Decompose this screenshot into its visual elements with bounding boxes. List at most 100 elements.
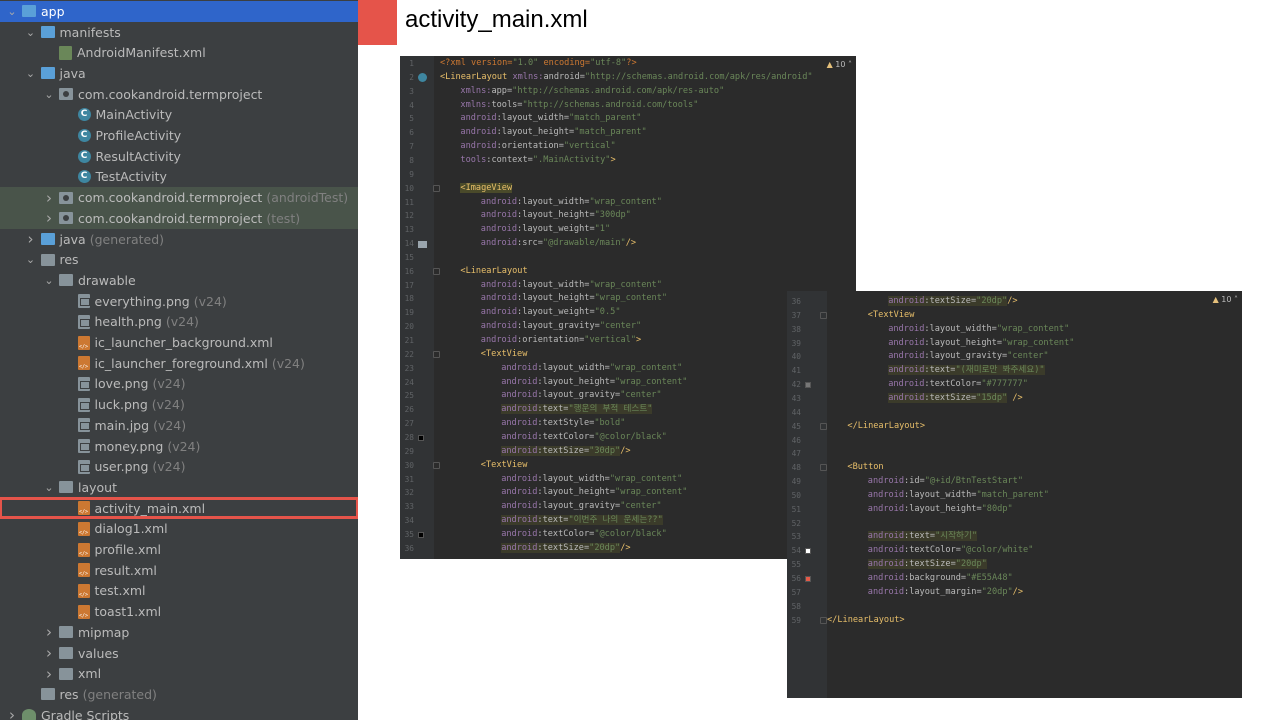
tree-item[interactable]: › Gradle Scripts xyxy=(0,705,358,720)
code-line[interactable]: 45 </LinearLayout> xyxy=(787,420,1242,434)
tree-item[interactable]: user.png (v24) xyxy=(0,456,358,477)
tree-item[interactable]: ic_launcher_background.xml xyxy=(0,332,358,353)
chevron-right-icon[interactable]: › xyxy=(41,665,57,683)
code-line[interactable]: 42 android:textColor="#777777" xyxy=(787,378,1242,392)
code-line[interactable]: 6 android:layout_height="match_parent" xyxy=(400,126,856,140)
code-line[interactable]: 14 android:src="@drawable/main"/> xyxy=(400,237,856,251)
chevron-down-icon[interactable]: ⌄ xyxy=(23,253,39,266)
code-line[interactable]: 3 xmlns:app="http://schemas.android.com/a… xyxy=(400,85,856,99)
fold-icon[interactable] xyxy=(820,311,827,319)
tree-item[interactable]: main.jpg (v24) xyxy=(0,415,358,436)
chevron-down-icon[interactable]: ⌄ xyxy=(41,481,57,494)
code-line[interactable]: 49 android:id="@+id/BtnTestStart" xyxy=(787,475,1242,489)
tree-item[interactable]: dialog1.xml xyxy=(0,519,358,540)
fold-icon[interactable] xyxy=(433,350,440,358)
code-line[interactable]: 4 xmlns:tools="http://schemas.android.com… xyxy=(400,99,856,113)
code-line[interactable]: 58 xyxy=(787,600,1242,614)
chevron-right-icon[interactable]: › xyxy=(41,189,57,207)
code-line[interactable]: 5 android:layout_width="match_parent" xyxy=(400,112,856,126)
fold-icon[interactable] xyxy=(820,616,827,624)
code-line[interactable]: 38 android:layout_width="wrap_content" xyxy=(787,323,1242,337)
code-line[interactable]: 37 <TextView xyxy=(787,309,1242,323)
fold-icon[interactable] xyxy=(433,461,440,469)
code-line[interactable]: 40 android:layout_gravity="center" xyxy=(787,350,1242,364)
code-line[interactable]: 12 android:layout_height="300dp" xyxy=(400,209,856,223)
tree-item[interactable]: ⌄ java xyxy=(0,63,358,84)
tree-item[interactable]: health.png (v24) xyxy=(0,312,358,333)
code-line[interactable]: 52 xyxy=(787,517,1242,531)
tree-item[interactable]: result.xml xyxy=(0,560,358,581)
class-gutter-icon[interactable] xyxy=(418,72,427,82)
code-line[interactable]: 36 android:textSize="20dp"/> xyxy=(787,295,1242,309)
chevron-down-icon[interactable]: ⌄ xyxy=(4,5,20,18)
code-line[interactable]: 10 <ImageView xyxy=(400,182,856,196)
tree-item[interactable]: MainActivity xyxy=(0,105,358,126)
color-swatch-icon[interactable] xyxy=(805,382,811,389)
tree-item[interactable]: ⌄ manifests xyxy=(0,22,358,43)
tree-item[interactable]: › com.cookandroid.termproject (androidTest… xyxy=(0,187,358,208)
fold-icon[interactable] xyxy=(433,267,440,275)
fold-icon[interactable] xyxy=(820,464,827,472)
code-line[interactable]: 15 xyxy=(400,251,856,265)
code-line[interactable]: 8 tools:context=".MainActivity"> xyxy=(400,154,856,168)
tree-item[interactable]: ⌄ app xyxy=(0,1,358,22)
code-line[interactable]: 39 android:layout_height="wrap_content" xyxy=(787,337,1242,351)
code-line[interactable]: 51 android:layout_height="80dp" xyxy=(787,503,1242,517)
code-line[interactable]: 11 android:layout_width="wrap_content" xyxy=(400,196,856,210)
code-line[interactable]: 54 android:textColor="@color/white" xyxy=(787,544,1242,558)
color-swatch-icon[interactable] xyxy=(418,434,424,441)
code-line[interactable]: 1 <?xml version="1.0" encoding="utf-8"?> xyxy=(400,57,856,71)
code-line[interactable]: 41 android:text="(재미로만 봐주세요)" xyxy=(787,364,1242,378)
color-swatch-icon[interactable] xyxy=(805,576,811,582)
code-line[interactable]: 16 <LinearLayout xyxy=(400,265,856,279)
tree-item[interactable]: love.png (v24) xyxy=(0,374,358,395)
tree-item[interactable]: ic_launcher_foreground.xml(v24) xyxy=(0,353,358,374)
chevron-down-icon[interactable]: ⌄ xyxy=(23,26,39,39)
code-line[interactable]: 53 android:text="시작하기" xyxy=(787,530,1242,544)
code-line[interactable]: 48 <Button xyxy=(787,461,1242,475)
chevron-right-icon[interactable]: › xyxy=(41,209,57,227)
code-line[interactable]: 44 xyxy=(787,406,1242,420)
tree-item[interactable]: luck.png (v24) xyxy=(0,394,358,415)
tree-item[interactable]: › com.cookandroid.termproject (test) xyxy=(0,208,358,229)
tree-item[interactable]: › mipmap xyxy=(0,622,358,643)
chevron-down-icon[interactable]: ⌄ xyxy=(41,88,57,101)
code-line[interactable]: 50 android:layout_width="match_parent" xyxy=(787,489,1242,503)
tree-item[interactable]: toast1.xml xyxy=(0,601,358,622)
fold-icon[interactable] xyxy=(433,184,440,192)
tree-item[interactable]: money.png (v24) xyxy=(0,436,358,457)
code-line[interactable]: 57 android:layout_margin="20dp"/> xyxy=(787,586,1242,600)
tree-item[interactable]: everything.png (v24) xyxy=(0,291,358,312)
tree-item[interactable]: TestActivity xyxy=(0,167,358,188)
tree-item[interactable]: ⌄ res xyxy=(0,249,358,270)
code-line[interactable]: 46 xyxy=(787,434,1242,448)
code-line[interactable]: 2 <LinearLayout xmlns:android="http://sch… xyxy=(400,71,856,85)
tree-item[interactable]: activity_main.xml xyxy=(0,496,358,520)
tree-item[interactable]: › xml xyxy=(0,663,358,684)
chevron-right-icon[interactable]: › xyxy=(23,230,39,248)
code-line[interactable]: 56 android:background="#E55A48" xyxy=(787,572,1242,586)
color-swatch-icon[interactable] xyxy=(805,548,811,555)
color-swatch-icon[interactable] xyxy=(418,531,424,538)
tree-item[interactable]: AndroidManifest.xml xyxy=(0,42,358,63)
tree-item[interactable]: profile.xml xyxy=(0,539,358,560)
code-line[interactable]: 9 xyxy=(400,168,856,182)
image-preview-icon[interactable] xyxy=(418,241,427,249)
code-line[interactable]: 7 android:orientation="vertical" xyxy=(400,140,856,154)
chevron-right-icon[interactable]: › xyxy=(41,623,57,641)
tree-item[interactable]: ⌄ com.cookandroid.termproject xyxy=(0,84,358,105)
chevron-right-icon[interactable]: › xyxy=(4,706,20,720)
tree-item[interactable]: ⌄ layout xyxy=(0,477,358,498)
chevron-down-icon[interactable]: ⌄ xyxy=(41,274,57,287)
tree-item[interactable]: res (generated) xyxy=(0,684,358,705)
chevron-down-icon[interactable]: ⌄ xyxy=(23,67,39,80)
tree-item[interactable]: › values xyxy=(0,643,358,664)
tree-item[interactable]: ProfileActivity xyxy=(0,125,358,146)
tree-item[interactable]: › java (generated) xyxy=(0,229,358,250)
tree-item[interactable]: ⌄ drawable xyxy=(0,270,358,291)
chevron-right-icon[interactable]: › xyxy=(41,644,57,662)
code-line[interactable]: 47 xyxy=(787,447,1242,461)
code-panel-bottom[interactable]: ▲ 10 ˄ 36 android:textSize="20dp"/> 37 <Tex… xyxy=(787,291,1242,698)
code-line[interactable]: 59 </LinearLayout> xyxy=(787,614,1242,628)
fold-icon[interactable] xyxy=(820,422,827,430)
